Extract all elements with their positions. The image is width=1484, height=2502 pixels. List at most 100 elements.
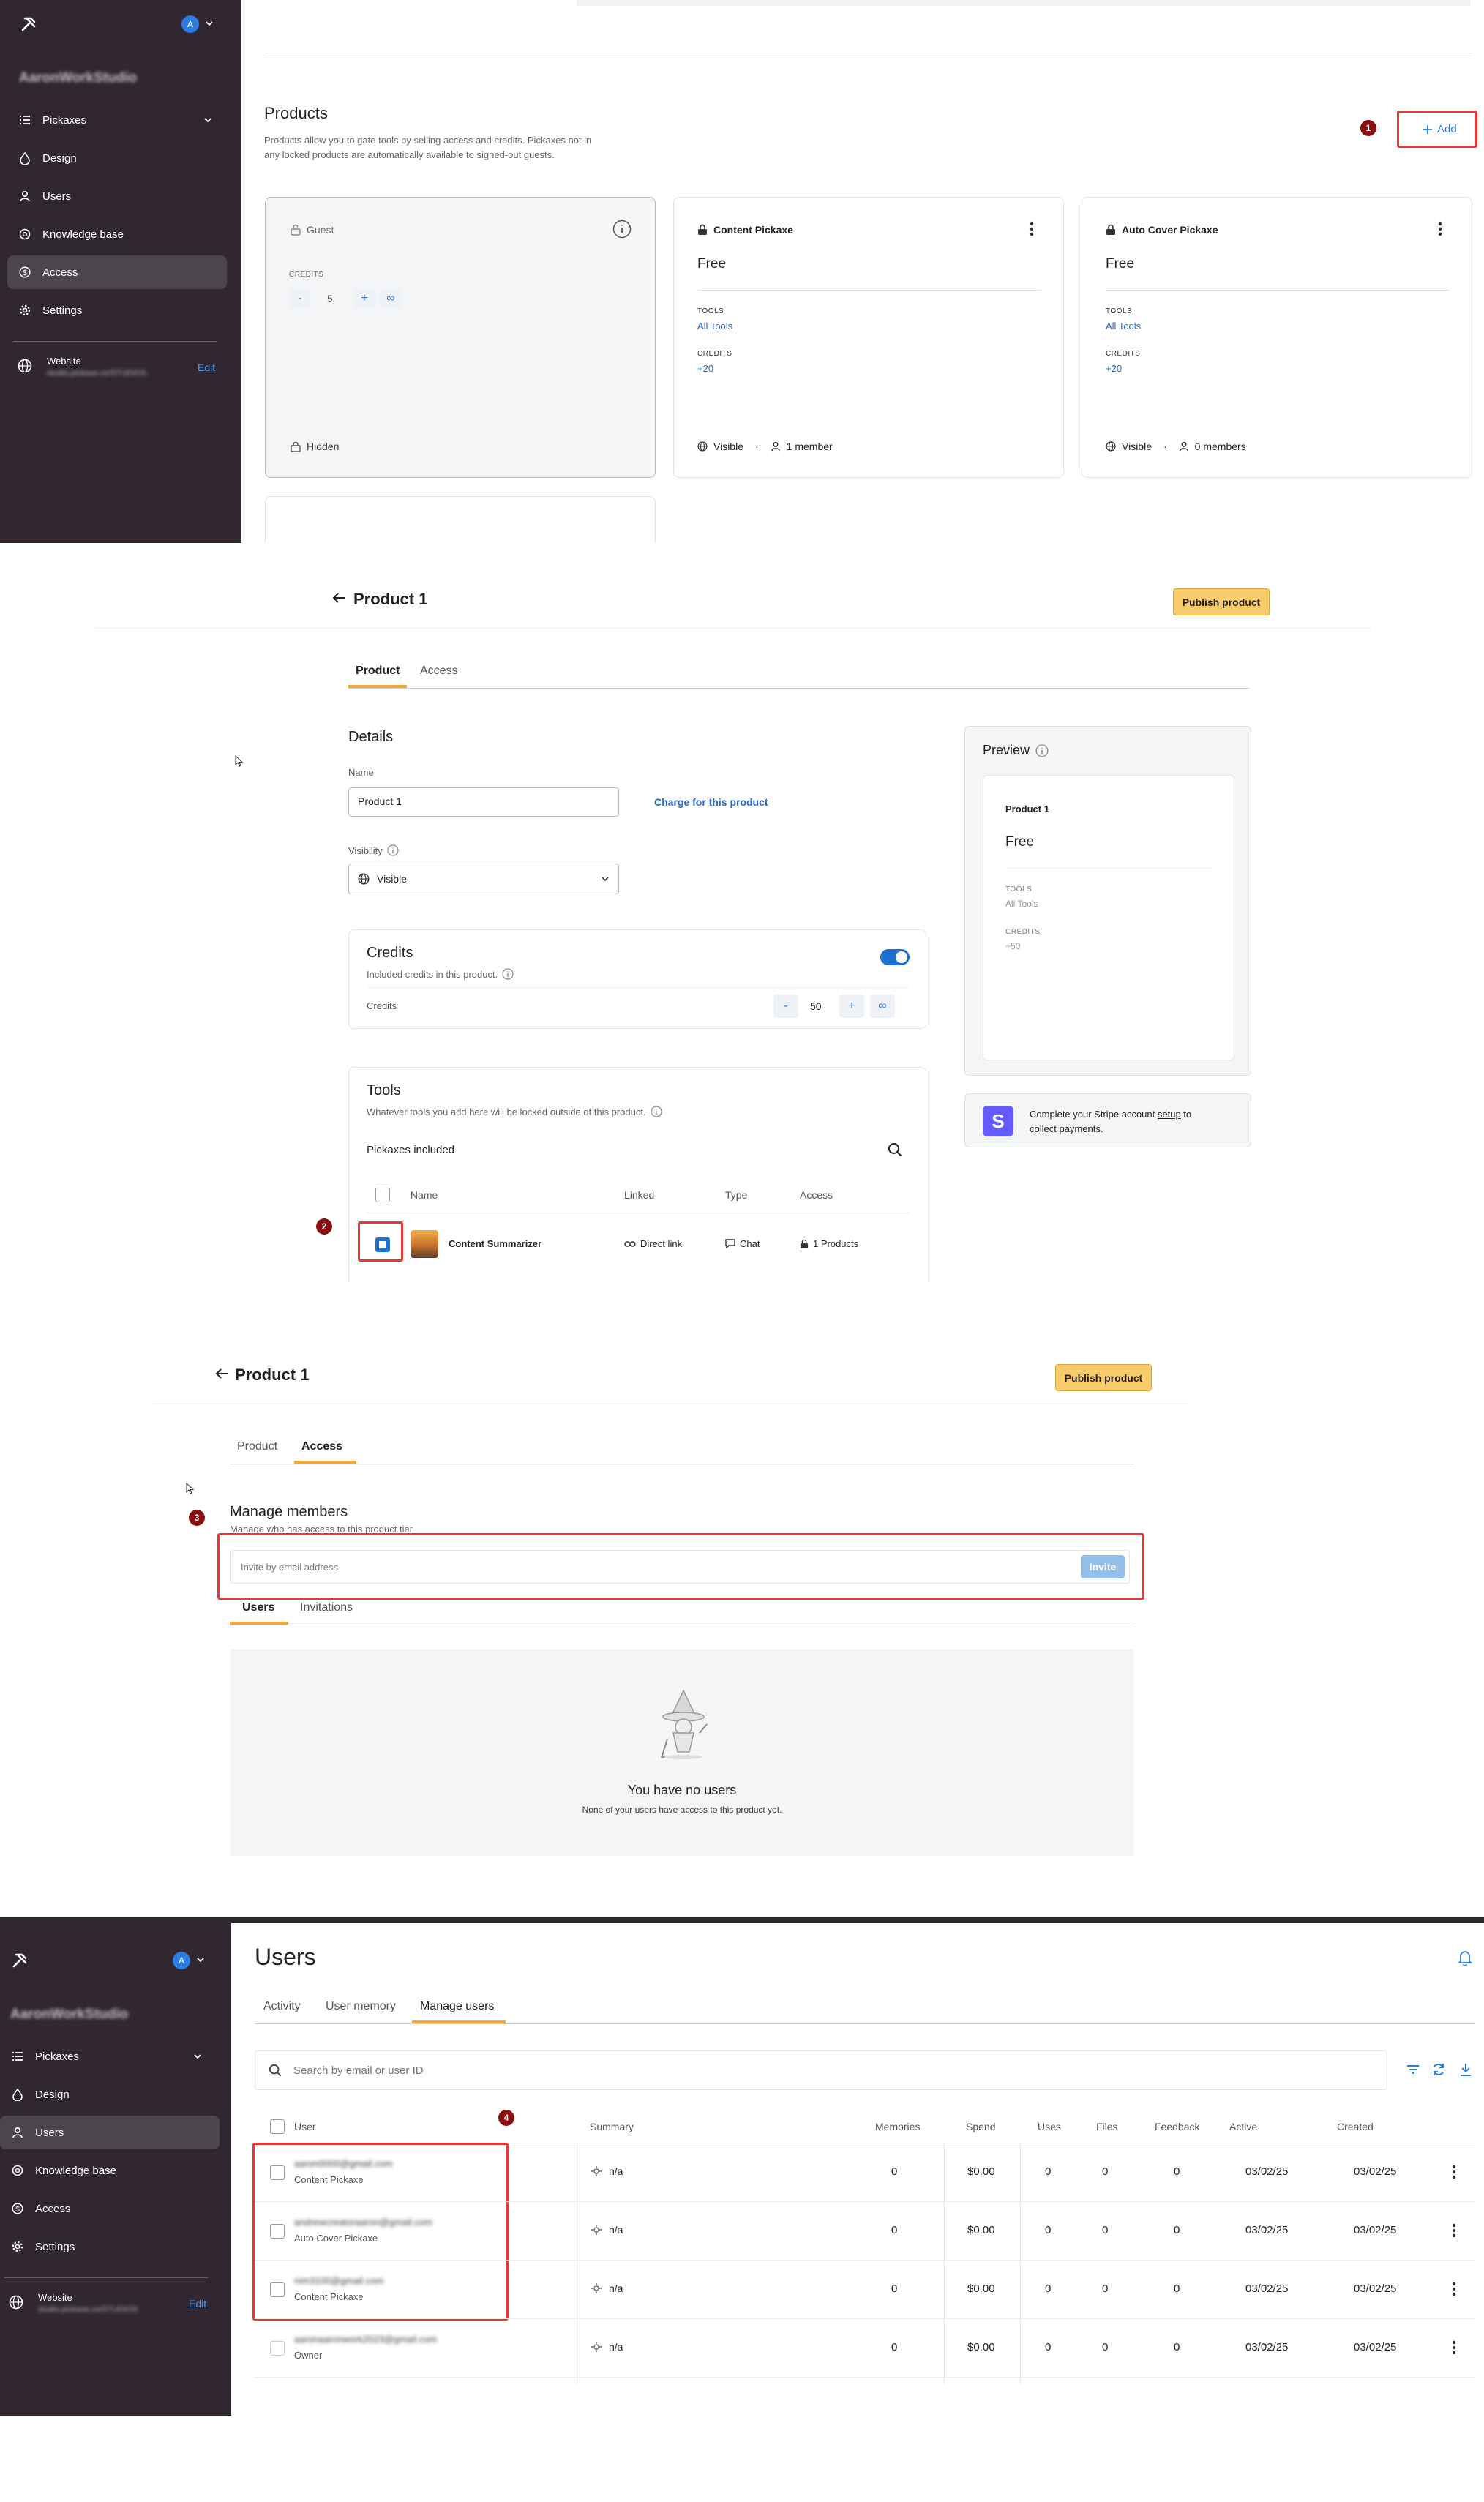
product-card[interactable]: Content Pickaxe Free TOOLS All Tools CRE… — [673, 197, 1064, 478]
invite-button[interactable]: Invite — [1081, 1555, 1125, 1578]
info-icon[interactable] — [502, 968, 514, 980]
sidebar-item-users[interactable]: Users — [0, 2116, 220, 2149]
charge-link[interactable]: Charge for this product — [654, 796, 768, 808]
tool-name[interactable]: Content Summarizer — [449, 1238, 541, 1249]
sidebar-item-access[interactable]: $ Access — [7, 255, 227, 289]
search-input[interactable] — [293, 2064, 1374, 2077]
tab-access[interactable]: Access — [420, 664, 458, 678]
gear-icon — [7, 304, 42, 316]
sidebar-item-settings[interactable]: Settings — [7, 293, 227, 327]
tab-activity[interactable]: Activity — [263, 2000, 301, 2013]
stripe-text-part: to — [1180, 1109, 1192, 1120]
publish-product-button[interactable]: Publish product — [1055, 1364, 1152, 1391]
publish-product-button[interactable]: Publish product — [1173, 588, 1270, 615]
avatar-letter: A — [178, 1955, 184, 1966]
pickaxe-logo-icon[interactable] — [12, 1952, 28, 1969]
column-header-memories: Memories — [875, 2121, 921, 2132]
sidebar-item-access[interactable]: $ Access — [0, 2192, 220, 2225]
refresh-icon[interactable] — [1431, 2062, 1446, 2077]
search-icon[interactable] — [888, 1142, 902, 1157]
tool-access: 1 Products — [800, 1238, 858, 1249]
download-icon[interactable] — [1459, 2062, 1472, 2077]
website-url[interactable]: studio.pickaxe.co/STUDIOS — [38, 2305, 138, 2314]
name-input[interactable]: Product 1 — [348, 787, 619, 817]
credits-increment-button[interactable]: + — [839, 995, 864, 1018]
product-card[interactable]: Auto Cover Pickaxe Free TOOLS All Tools … — [1082, 197, 1472, 478]
workspace-name: AaronWorkStudio — [10, 2007, 129, 2022]
row-checkbox[interactable] — [270, 2224, 285, 2239]
sidebar-item-settings[interactable]: Settings — [0, 2230, 220, 2263]
product-card-partial[interactable] — [265, 496, 656, 543]
table-row[interactable]: andrewcreatoraaron@gmail.com Auto Cover … — [255, 2202, 1475, 2261]
avatar[interactable]: A — [173, 1952, 190, 1969]
tab-user-memory[interactable]: User memory — [326, 2000, 396, 2013]
back-arrow-icon[interactable] — [333, 593, 346, 603]
row-checkbox[interactable] — [270, 2165, 285, 2180]
invite-email-input[interactable] — [231, 1551, 1006, 1583]
sidebar-item-users[interactable]: Users — [7, 179, 227, 213]
table-row[interactable]: aaron0000@gmail.com Content Pickaxe n/a … — [255, 2143, 1475, 2202]
sidebar-item-pickaxes[interactable]: Pickaxes — [0, 2040, 220, 2073]
more-vertical-icon[interactable] — [1030, 221, 1034, 237]
website-edit-link[interactable]: Edit — [189, 2298, 206, 2310]
bell-icon[interactable] — [1458, 1949, 1472, 1966]
add-product-button[interactable]: Add — [1423, 123, 1457, 135]
sidebar-item-knowledge-base[interactable]: Knowledge base — [0, 2154, 220, 2187]
globe-icon — [697, 441, 708, 452]
user-product: Content Pickaxe — [294, 2174, 364, 2185]
preview-tools-label: TOOLS — [1005, 885, 1033, 894]
row-checkbox[interactable] — [270, 2282, 285, 2297]
subtab-invitations[interactable]: Invitations — [300, 1601, 353, 1614]
website-edit-link[interactable]: Edit — [198, 362, 215, 373]
credits-unlimited-button[interactable]: ∞ — [380, 288, 402, 309]
info-icon[interactable] — [650, 1106, 662, 1117]
more-vertical-icon[interactable] — [1452, 2281, 1456, 2297]
sidebar-item-design[interactable]: Design — [7, 141, 227, 175]
website-url[interactable]: studio.pickaxe.co/STUDIOS — [47, 369, 146, 378]
stripe-setup-link[interactable]: setup — [1158, 1109, 1181, 1120]
chevron-down-icon[interactable] — [196, 1955, 205, 1964]
info-icon[interactable] — [612, 220, 632, 239]
pickaxe-logo-icon[interactable] — [20, 16, 37, 32]
tab-product[interactable]: Product — [237, 1440, 277, 1453]
tools-value: All Tools — [697, 321, 733, 332]
more-vertical-icon[interactable] — [1452, 2164, 1456, 2180]
info-icon[interactable] — [1035, 744, 1049, 757]
tab-product[interactable]: Product — [356, 664, 400, 678]
more-vertical-icon[interactable] — [1438, 221, 1442, 237]
chevron-down-icon — [203, 116, 212, 124]
tab-access[interactable]: Access — [301, 1440, 342, 1453]
filter-icon[interactable] — [1406, 2064, 1420, 2075]
subtab-users[interactable]: Users — [242, 1601, 274, 1614]
table-row[interactable]: nim3100@gmail.com Content Pickaxe n/a 0 … — [255, 2261, 1475, 2319]
credits-decrement-button[interactable]: - — [289, 288, 311, 309]
sidebar: A AaronWorkStudio Pickaxes Design Users … — [0, 1923, 231, 2416]
info-icon[interactable] — [387, 844, 399, 856]
sidebar-item-knowledge-base[interactable]: Knowledge base — [7, 217, 227, 251]
table-row[interactable]: aaronaaronwork2023@gmail.com Owner n/a 0… — [255, 2319, 1475, 2378]
user-email: aaron0000@gmail.com — [294, 2158, 393, 2169]
search-icon — [269, 2064, 282, 2077]
tool-linked-value: Direct link — [640, 1238, 683, 1249]
description-line: any locked products are automatically av… — [264, 149, 555, 160]
credits-increment-button[interactable]: + — [353, 288, 375, 309]
credits-divider — [367, 987, 910, 988]
product-card-title: Content Pickaxe — [713, 224, 793, 236]
visibility-select[interactable]: Visible — [348, 864, 619, 894]
credits-decrement-button[interactable]: - — [773, 995, 798, 1018]
avatar[interactable]: A — [181, 15, 199, 33]
stripe-logo-icon: S — [983, 1106, 1013, 1136]
sidebar-item-pickaxes[interactable]: Pickaxes — [7, 103, 227, 137]
select-all-checkbox[interactable] — [270, 2119, 285, 2134]
more-vertical-icon[interactable] — [1452, 2222, 1456, 2239]
back-arrow-icon[interactable] — [216, 1368, 229, 1379]
credits-toggle[interactable] — [880, 949, 910, 965]
chevron-down-icon[interactable] — [205, 19, 214, 28]
credits-unlimited-button[interactable]: ∞ — [870, 995, 895, 1018]
more-vertical-icon[interactable] — [1452, 2340, 1456, 2356]
guest-card[interactable]: Guest CREDITS - 5 + ∞ Hidden — [265, 197, 656, 478]
select-all-checkbox[interactable] — [375, 1188, 390, 1202]
tab-manage-users[interactable]: Manage users — [420, 2000, 494, 2013]
plus-icon — [1423, 124, 1433, 135]
sidebar-item-design[interactable]: Design — [0, 2078, 220, 2111]
